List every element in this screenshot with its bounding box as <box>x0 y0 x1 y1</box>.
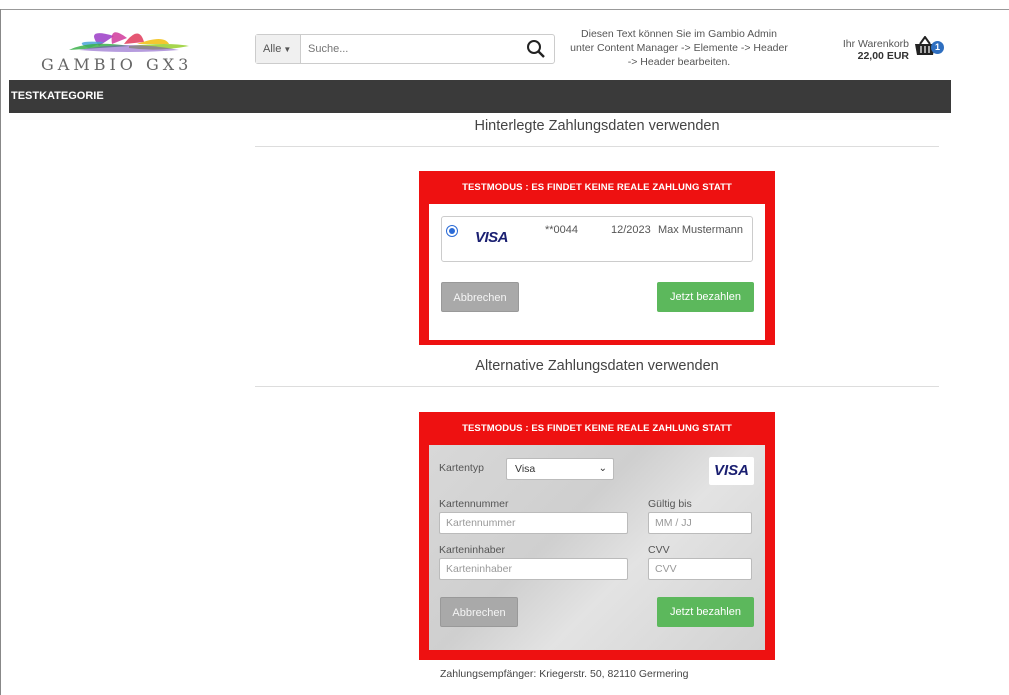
alternative-payment-title: Alternative Zahlungsdaten verwenden <box>475 358 719 374</box>
pay-now-button[interactable]: Jetzt bezahlen <box>657 282 754 312</box>
caret-down-icon: ▼ <box>283 45 292 54</box>
chevron-down-icon: ⌄ <box>598 463 607 474</box>
saved-card-holder: Max Mustermann <box>658 224 743 236</box>
visa-logo-icon: VISA <box>475 229 509 246</box>
card-type-select[interactable]: Visa ⌄ <box>506 458 614 480</box>
window-left-border <box>0 9 8 695</box>
saved-card-expiry: 12/2023 <box>611 224 651 236</box>
shop-logo[interactable]: GAMBIO GX3 <box>29 22 229 74</box>
valid-until-field[interactable]: MM / JJ <box>648 512 752 534</box>
cart-label: Ihr Warenkorb <box>842 38 909 50</box>
valid-until-label: Gültig bis <box>648 498 692 510</box>
card-type-label: Kartentyp <box>439 462 484 474</box>
logo-text: GAMBIO GX3 <box>41 55 193 74</box>
cart-summary[interactable]: Ihr Warenkorb 22,00 EUR <box>829 38 909 62</box>
saved-card-option[interactable]: VISA **0044 12/2023 Max Mustermann <box>441 216 753 262</box>
main-nav: TESTKATEGORIE <box>9 80 951 113</box>
nav-item-testkategorie[interactable]: TESTKATEGORIE <box>11 80 104 113</box>
stored-payment-title: Hinterlegte Zahlungsdaten verwenden <box>474 118 720 134</box>
testmode-banner: TESTMODUS : ES FINDET KEINE REALE ZAHLUN… <box>462 182 732 193</box>
stored-payment-body: VISA **0044 12/2023 Max Mustermann Abbre… <box>429 204 765 340</box>
cart-count-badge: 1 <box>931 41 944 54</box>
pay-now-button[interactable]: Jetzt bezahlen <box>657 597 754 627</box>
header-admin-note: Diesen Text können Sie im Gambio Admin u… <box>570 28 788 68</box>
card-number-field[interactable]: Kartennummer <box>439 512 628 534</box>
cvv-label: CVV <box>648 544 670 556</box>
stored-payment-panel: TESTMODUS : ES FINDET KEINE REALE ZAHLUN… <box>419 171 775 345</box>
search-category-dropdown[interactable]: Alle ▼ <box>256 35 301 63</box>
cancel-button[interactable]: Abbrechen <box>440 597 518 627</box>
cancel-button[interactable]: Abbrechen <box>441 282 519 312</box>
saved-card-radio[interactable] <box>446 225 458 237</box>
alternative-payment-panel: TESTMODUS : ES FINDET KEINE REALE ZAHLUN… <box>419 412 775 660</box>
search-icon[interactable] <box>526 39 546 59</box>
cart-total: 22,00 EUR <box>857 50 909 62</box>
divider <box>255 386 939 387</box>
card-number-label: Kartennummer <box>439 498 509 510</box>
search-bar: Alle ▼ <box>255 34 555 64</box>
search-input[interactable] <box>308 35 508 63</box>
visa-logo-icon: VISA <box>709 457 754 485</box>
saved-card-number: **0044 <box>545 224 579 236</box>
testmode-banner: TESTMODUS : ES FINDET KEINE REALE ZAHLUN… <box>462 423 732 434</box>
card-holder-field[interactable]: Karteninhaber <box>439 558 628 580</box>
payment-recipient: Zahlungsempfänger: Kriegerstr. 50, 82110… <box>440 668 689 680</box>
card-form: Kartentyp Visa ⌄ VISA Kartennummer Karte… <box>429 445 765 650</box>
search-category-label: Alle <box>263 43 282 55</box>
card-type-value: Visa <box>515 463 536 475</box>
cvv-field[interactable]: CVV <box>648 558 752 580</box>
card-holder-label: Karteninhaber <box>439 544 505 556</box>
site-header: GAMBIO GX3 Alle▼ Diesen Text können Sie … <box>9 10 951 80</box>
divider <box>255 146 939 147</box>
